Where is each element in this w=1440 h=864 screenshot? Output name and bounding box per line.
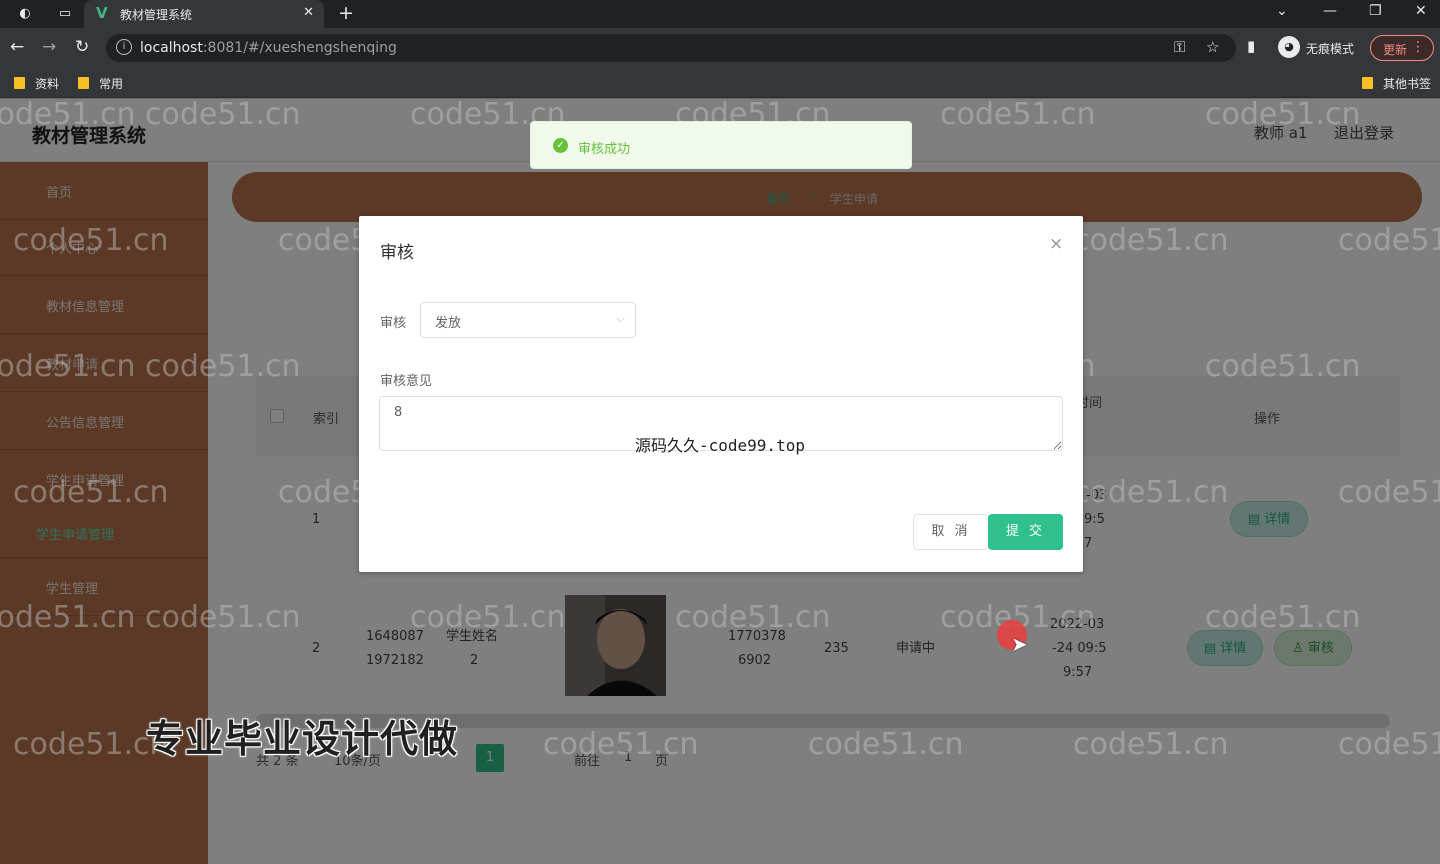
close-window-icon[interactable]: ✕ — [1415, 3, 1427, 19]
dialog-close-icon[interactable]: × — [1049, 234, 1063, 254]
update-button[interactable]: 更新 ⋮ — [1370, 35, 1434, 61]
bookmarks-bar: 资料 常用 其他书签 — [0, 68, 1440, 98]
center-watermark: 源码久久-code99.top — [635, 436, 805, 455]
chevron-down-icon: ⌵ — [615, 311, 625, 325]
audit-status-select[interactable]: 发放 ⌵ — [420, 302, 636, 338]
mouse-cursor-icon: ➤ — [1011, 632, 1028, 656]
incognito-icon[interactable]: ◕ — [1278, 36, 1300, 58]
side-panel-icon[interactable]: ▮ — [1247, 37, 1255, 55]
site-info-icon[interactable]: i — [116, 39, 132, 55]
bookmark-star-icon[interactable]: ☆ — [1206, 38, 1219, 56]
browser-tab-bar: ◐ ▭ V 教材管理系统 ✕ + ⌄ — ❐ ✕ — [0, 0, 1440, 28]
folder-icon — [14, 77, 25, 89]
audit-dialog: 审核 × 审核 发放 ⌵ 审核意见 8 源码久久-code99.top 取 消 … — [359, 216, 1083, 572]
back-icon[interactable]: ← — [10, 37, 24, 57]
menu-dots-icon[interactable]: ⋮ — [1411, 39, 1425, 55]
restore-icon[interactable]: ❐ — [1369, 3, 1382, 19]
folder-icon — [1362, 77, 1373, 89]
folder-icon — [78, 77, 89, 89]
new-tab-button[interactable]: + — [338, 2, 354, 24]
cancel-button[interactable]: 取 消 — [913, 514, 989, 550]
other-bookmarks[interactable]: 其他书签 — [1362, 75, 1431, 92]
browser-toolbar: ← → ↻ i localhost:8081/#/xueshengshenqin… — [0, 28, 1440, 68]
success-toast: ✓ 审核成功 — [530, 121, 912, 169]
reload-icon[interactable]: ↻ — [75, 37, 89, 57]
tab-search-icon[interactable]: ▭ — [56, 5, 74, 23]
url-text[interactable]: localhost:8081/#/xueshengshenqing — [140, 40, 397, 56]
audit-opinion-label: 审核意见 — [380, 374, 433, 389]
tab-close-icon[interactable]: ✕ — [303, 5, 314, 20]
forward-icon[interactable]: → — [42, 37, 56, 57]
incognito-label: 无痕模式 — [1306, 42, 1355, 56]
tab-list-icon[interactable]: ⌄ — [1276, 3, 1288, 19]
vue-logo-icon: V — [96, 4, 108, 22]
promo-watermark: 专业毕业设计代做 — [146, 717, 459, 761]
audit-status-value: 发放 — [435, 316, 462, 331]
tab-title: 教材管理系统 — [120, 8, 193, 22]
key-icon[interactable]: ⚿ — [1174, 38, 1185, 56]
submit-button[interactable]: 提 交 — [988, 514, 1063, 550]
browser-profile-icon[interactable]: ◐ — [16, 5, 34, 23]
bookmark-folder-changyong[interactable]: 常用 — [78, 75, 123, 92]
dialog-title: 审核 — [380, 243, 414, 263]
minimize-icon[interactable]: — — [1323, 3, 1337, 19]
address-bar[interactable]: i localhost:8081/#/xueshengshenqing ⚿ ☆ — [106, 34, 1236, 62]
bookmark-folder-ziliao[interactable]: 资料 — [14, 75, 59, 92]
toast-message: 审核成功 — [578, 142, 631, 157]
check-circle-icon: ✓ — [553, 138, 568, 153]
browser-tab[interactable]: V 教材管理系统 ✕ — [84, 0, 324, 28]
audit-status-label: 审核 — [380, 316, 407, 331]
